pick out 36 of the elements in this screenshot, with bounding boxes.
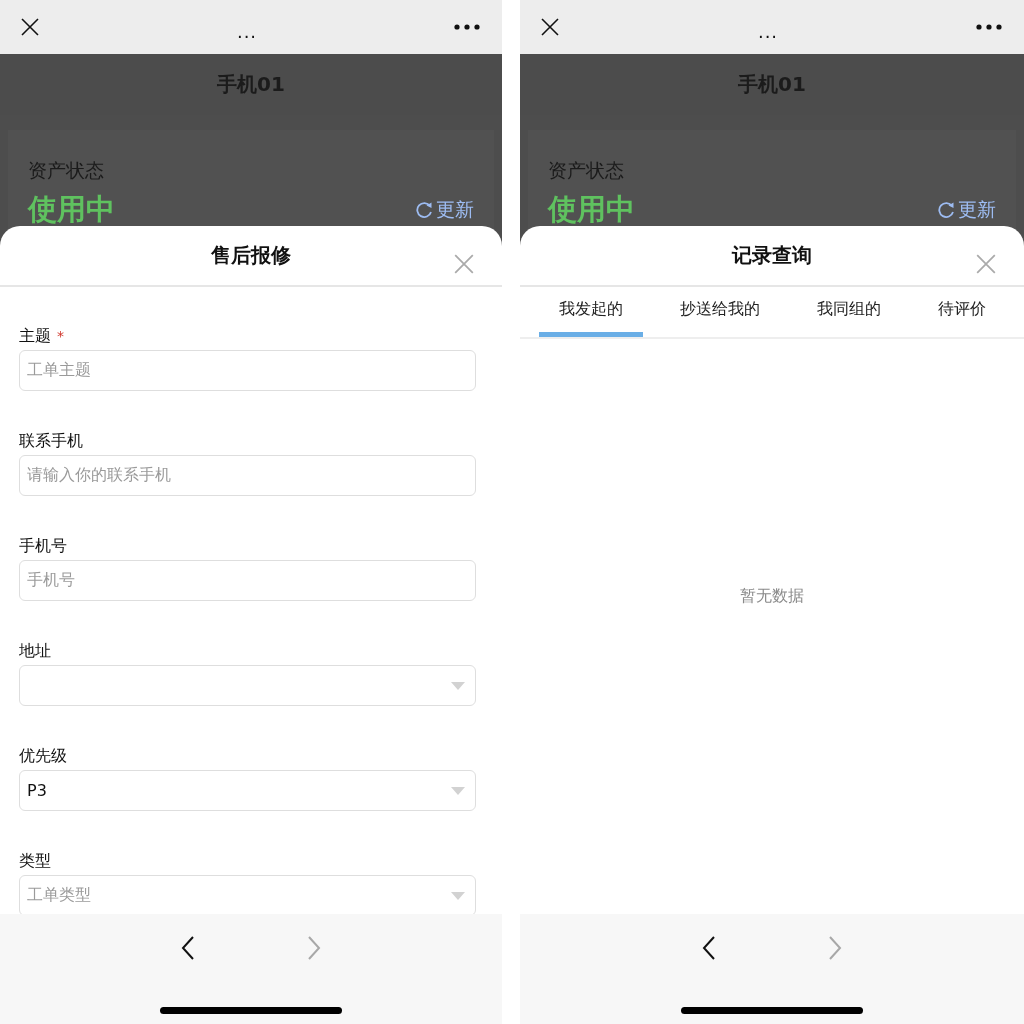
field-label: 主题 [19, 325, 51, 347]
select-field[interactable] [19, 665, 476, 706]
field-label: 手机号 [19, 535, 67, 557]
field-label: 类型 [19, 850, 51, 872]
sheet-title: 售后报修 [211, 242, 291, 269]
field-label: 联系手机 [19, 430, 83, 452]
page-title: ... [236, 19, 258, 42]
empty-message: 暂无数据 [740, 586, 804, 607]
input-field[interactable]: 请输入你的联系手机 [19, 455, 476, 496]
close-icon[interactable] [540, 17, 560, 37]
refresh-icon [938, 201, 956, 219]
field-label: 优先级 [19, 745, 67, 767]
refresh-link[interactable]: 更新 [938, 197, 996, 223]
refresh-icon [416, 201, 434, 219]
tab[interactable]: 抄送给我的 [659, 287, 780, 337]
tab[interactable]: 待评价 [917, 287, 1006, 337]
tab[interactable]: 我发起的 [538, 287, 643, 337]
sheet-title: 记录查询 [732, 242, 812, 269]
dropdown-arrow-icon [451, 681, 465, 690]
status-value: 使用中 [28, 191, 115, 228]
back-icon[interactable] [181, 936, 195, 960]
tab[interactable]: 我同组的 [796, 287, 901, 337]
select-field[interactable]: P3 [19, 770, 476, 811]
input-field[interactable]: 手机号 [19, 560, 476, 601]
status-value: 使用中 [548, 191, 635, 228]
dropdown-arrow-icon [451, 786, 465, 795]
field-label: 地址 [19, 640, 51, 662]
page-title: ... [757, 19, 779, 42]
required-mark: * [57, 327, 64, 346]
refresh-link[interactable]: 更新 [416, 197, 474, 223]
dropdown-arrow-icon [451, 891, 465, 900]
input-field[interactable]: 工单主题 [19, 350, 476, 391]
close-icon[interactable] [20, 17, 40, 37]
back-icon[interactable] [702, 936, 716, 960]
more-icon[interactable] [454, 24, 480, 30]
more-icon[interactable] [976, 24, 1002, 30]
